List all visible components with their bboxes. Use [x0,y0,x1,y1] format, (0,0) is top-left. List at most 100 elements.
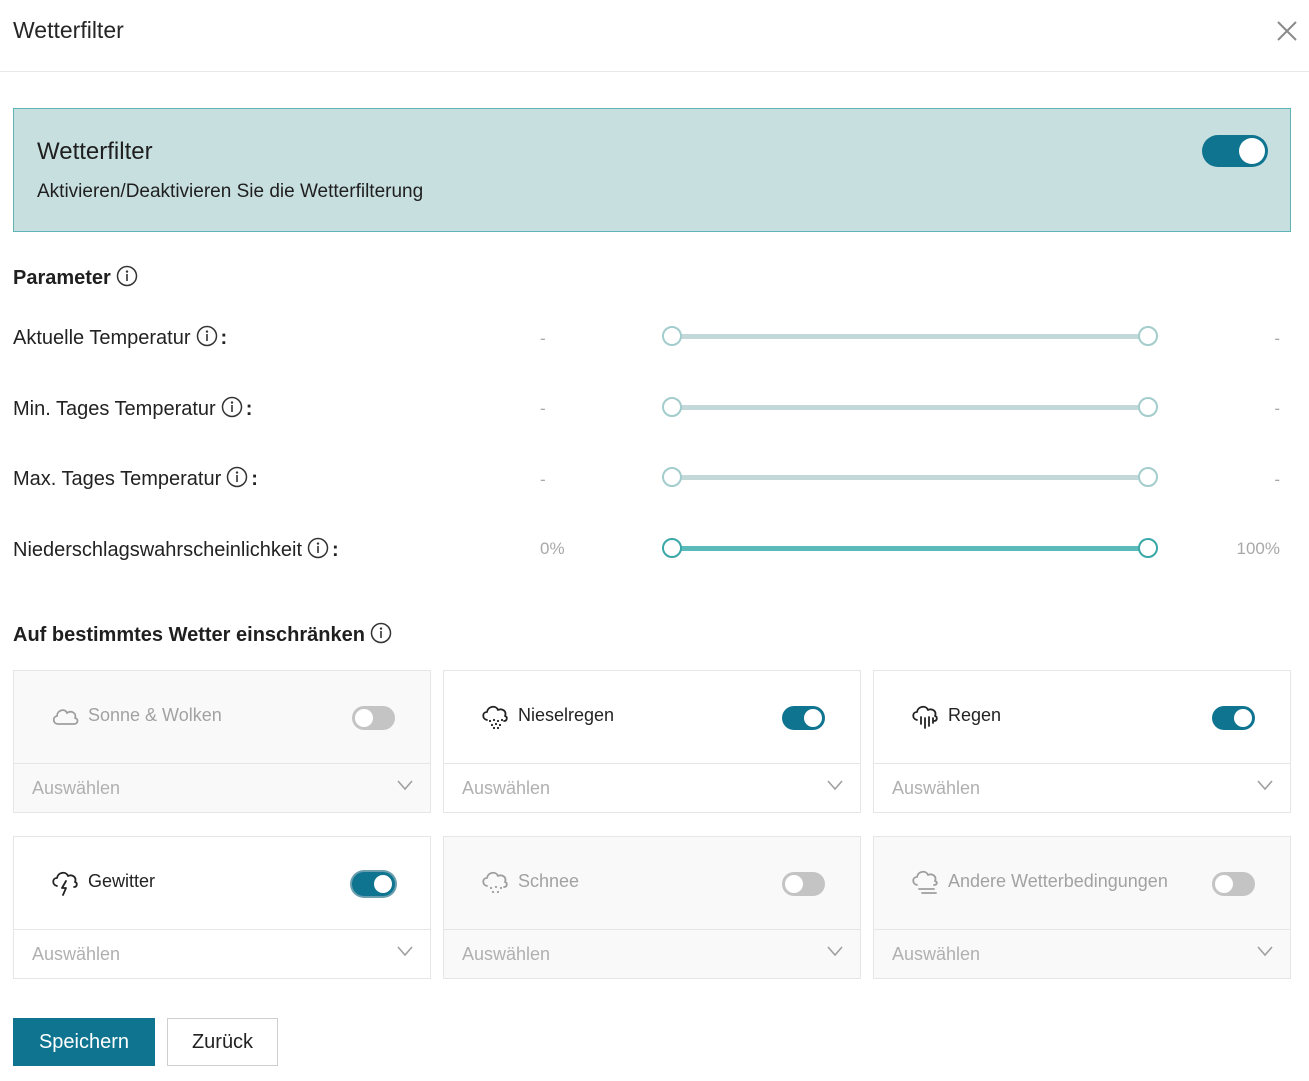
dialog-title: Wetterfilter [13,17,124,43]
card-title: Schnee [518,871,580,891]
dialog-header: Wetterfilter [0,0,1309,72]
snow-select[interactable]: Auswählen [444,930,860,978]
weather-heading: Auf bestimmtes Wetter einschränken [13,622,392,647]
toggle-knob [374,875,392,893]
param-label-text: Aktuelle Temperatur [13,327,191,349]
weather-card-thunderstorm: Gewitter Auswählen [13,836,431,979]
weather-card-drizzle: Nieselregen Auswählen [443,670,861,813]
card-header: Gewitter [14,837,430,930]
toggle-knob [1239,138,1265,164]
back-button[interactable]: Zurück [167,1018,278,1066]
slider-handle-min[interactable] [662,538,682,558]
thunderstorm-toggle[interactable] [352,872,395,896]
cloud-icon [52,709,79,725]
slider-handle-max[interactable] [1138,326,1158,346]
card-title: Nieselregen [518,705,615,725]
slider-track [672,475,1148,480]
weather-filter-toggle[interactable] [1202,135,1268,167]
rain-icon [912,705,938,729]
chevron-down-icon [827,946,843,957]
slider-handle-min[interactable] [662,326,682,346]
chevron-down-icon [397,780,413,791]
card-title: Regen [948,705,1002,725]
param-min-value: 0% [540,539,565,558]
weather-card-other: Andere Wetterbedingungen Auswählen [873,836,1291,979]
other-weather-toggle[interactable] [1212,872,1255,896]
param-label-colon: : [251,468,258,490]
min-day-temperature-slider[interactable] [662,397,1158,417]
weather-card-rain: Regen Auswählen [873,670,1291,813]
param-label-current-temperature: Aktuelle Temperatur: [13,325,227,350]
slider-handle-max[interactable] [1138,538,1158,558]
snow-icon [482,871,508,894]
save-button[interactable]: Speichern [13,1018,155,1066]
max-day-temperature-slider[interactable] [662,467,1158,487]
select-placeholder: Auswählen [892,778,981,798]
info-icon[interactable] [196,325,218,347]
rain-toggle[interactable] [1212,706,1255,730]
slider-handle-min[interactable] [662,467,682,487]
slider-handle-max[interactable] [1138,397,1158,417]
sun-clouds-toggle[interactable] [352,706,395,730]
thunderstorm-select[interactable]: Auswählen [14,930,430,978]
card-header: Nieselregen [444,671,860,764]
param-min-value: - [540,329,546,348]
thunderstorm-icon [52,871,78,896]
parameter-heading: Parameter [13,265,138,290]
fog-icon [912,870,938,894]
info-icon[interactable] [116,265,138,287]
card-header: Schnee [444,837,860,930]
parameter-heading-label: Parameter [13,267,111,289]
precipitation-probability-slider[interactable] [662,538,1158,558]
weather-card-snow: Schnee Auswählen [443,836,861,979]
drizzle-toggle[interactable] [782,706,825,730]
card-title: Sonne & Wolken [88,705,222,725]
info-icon[interactable] [221,396,243,418]
chevron-down-icon [397,946,413,957]
weather-filter-banner: Wetterfilter Aktivieren/Deaktivieren Sie… [13,108,1291,232]
toggle-knob [804,709,822,727]
param-max-value: - [1274,470,1280,489]
slider-track [672,334,1148,339]
param-label-min-day-temperature: Min. Tages Temperatur: [13,396,252,421]
param-min-value: - [540,470,546,489]
sun-clouds-select[interactable]: Auswählen [14,764,430,812]
param-label-colon: : [220,327,228,349]
toggle-knob [785,875,803,893]
info-icon[interactable] [226,466,248,488]
select-placeholder: Auswählen [462,778,551,798]
param-max-value: 100% [1236,539,1280,558]
card-title: Gewitter [88,871,156,891]
current-temperature-slider[interactable] [662,326,1158,346]
param-label-text: Max. Tages Temperatur [13,468,222,490]
select-placeholder: Auswählen [892,944,981,964]
param-label-text: Min. Tages Temperatur [13,398,216,420]
card-header: Andere Wetterbedingungen [874,837,1290,930]
info-icon[interactable] [307,537,329,559]
slider-handle-max[interactable] [1138,467,1158,487]
snow-toggle[interactable] [782,872,825,896]
slider-handle-min[interactable] [662,397,682,417]
drizzle-select[interactable]: Auswählen [444,764,860,812]
close-icon[interactable] [1274,18,1300,44]
select-placeholder: Auswählen [32,944,121,964]
select-placeholder: Auswählen [32,778,121,798]
card-header: Regen [874,671,1290,764]
param-max-value: - [1274,329,1280,348]
chevron-down-icon [827,780,843,791]
banner-title: Wetterfilter [37,138,153,165]
slider-track [672,405,1148,410]
other-weather-select[interactable]: Auswählen [874,930,1290,978]
slider-track [672,546,1148,551]
select-placeholder: Auswählen [462,944,551,964]
param-max-value: - [1274,399,1280,418]
weather-heading-label: Auf bestimmtes Wetter einschränken [13,624,365,646]
card-title: Andere Wetterbedingungen [948,871,1168,891]
info-icon[interactable] [370,622,392,644]
toggle-knob [1215,875,1233,893]
toggle-knob [1234,709,1252,727]
chevron-down-icon [1257,780,1273,791]
toggle-knob [355,709,373,727]
rain-select[interactable]: Auswählen [874,764,1290,812]
weather-card-sun-clouds: Sonne & Wolken Auswählen [13,670,431,813]
